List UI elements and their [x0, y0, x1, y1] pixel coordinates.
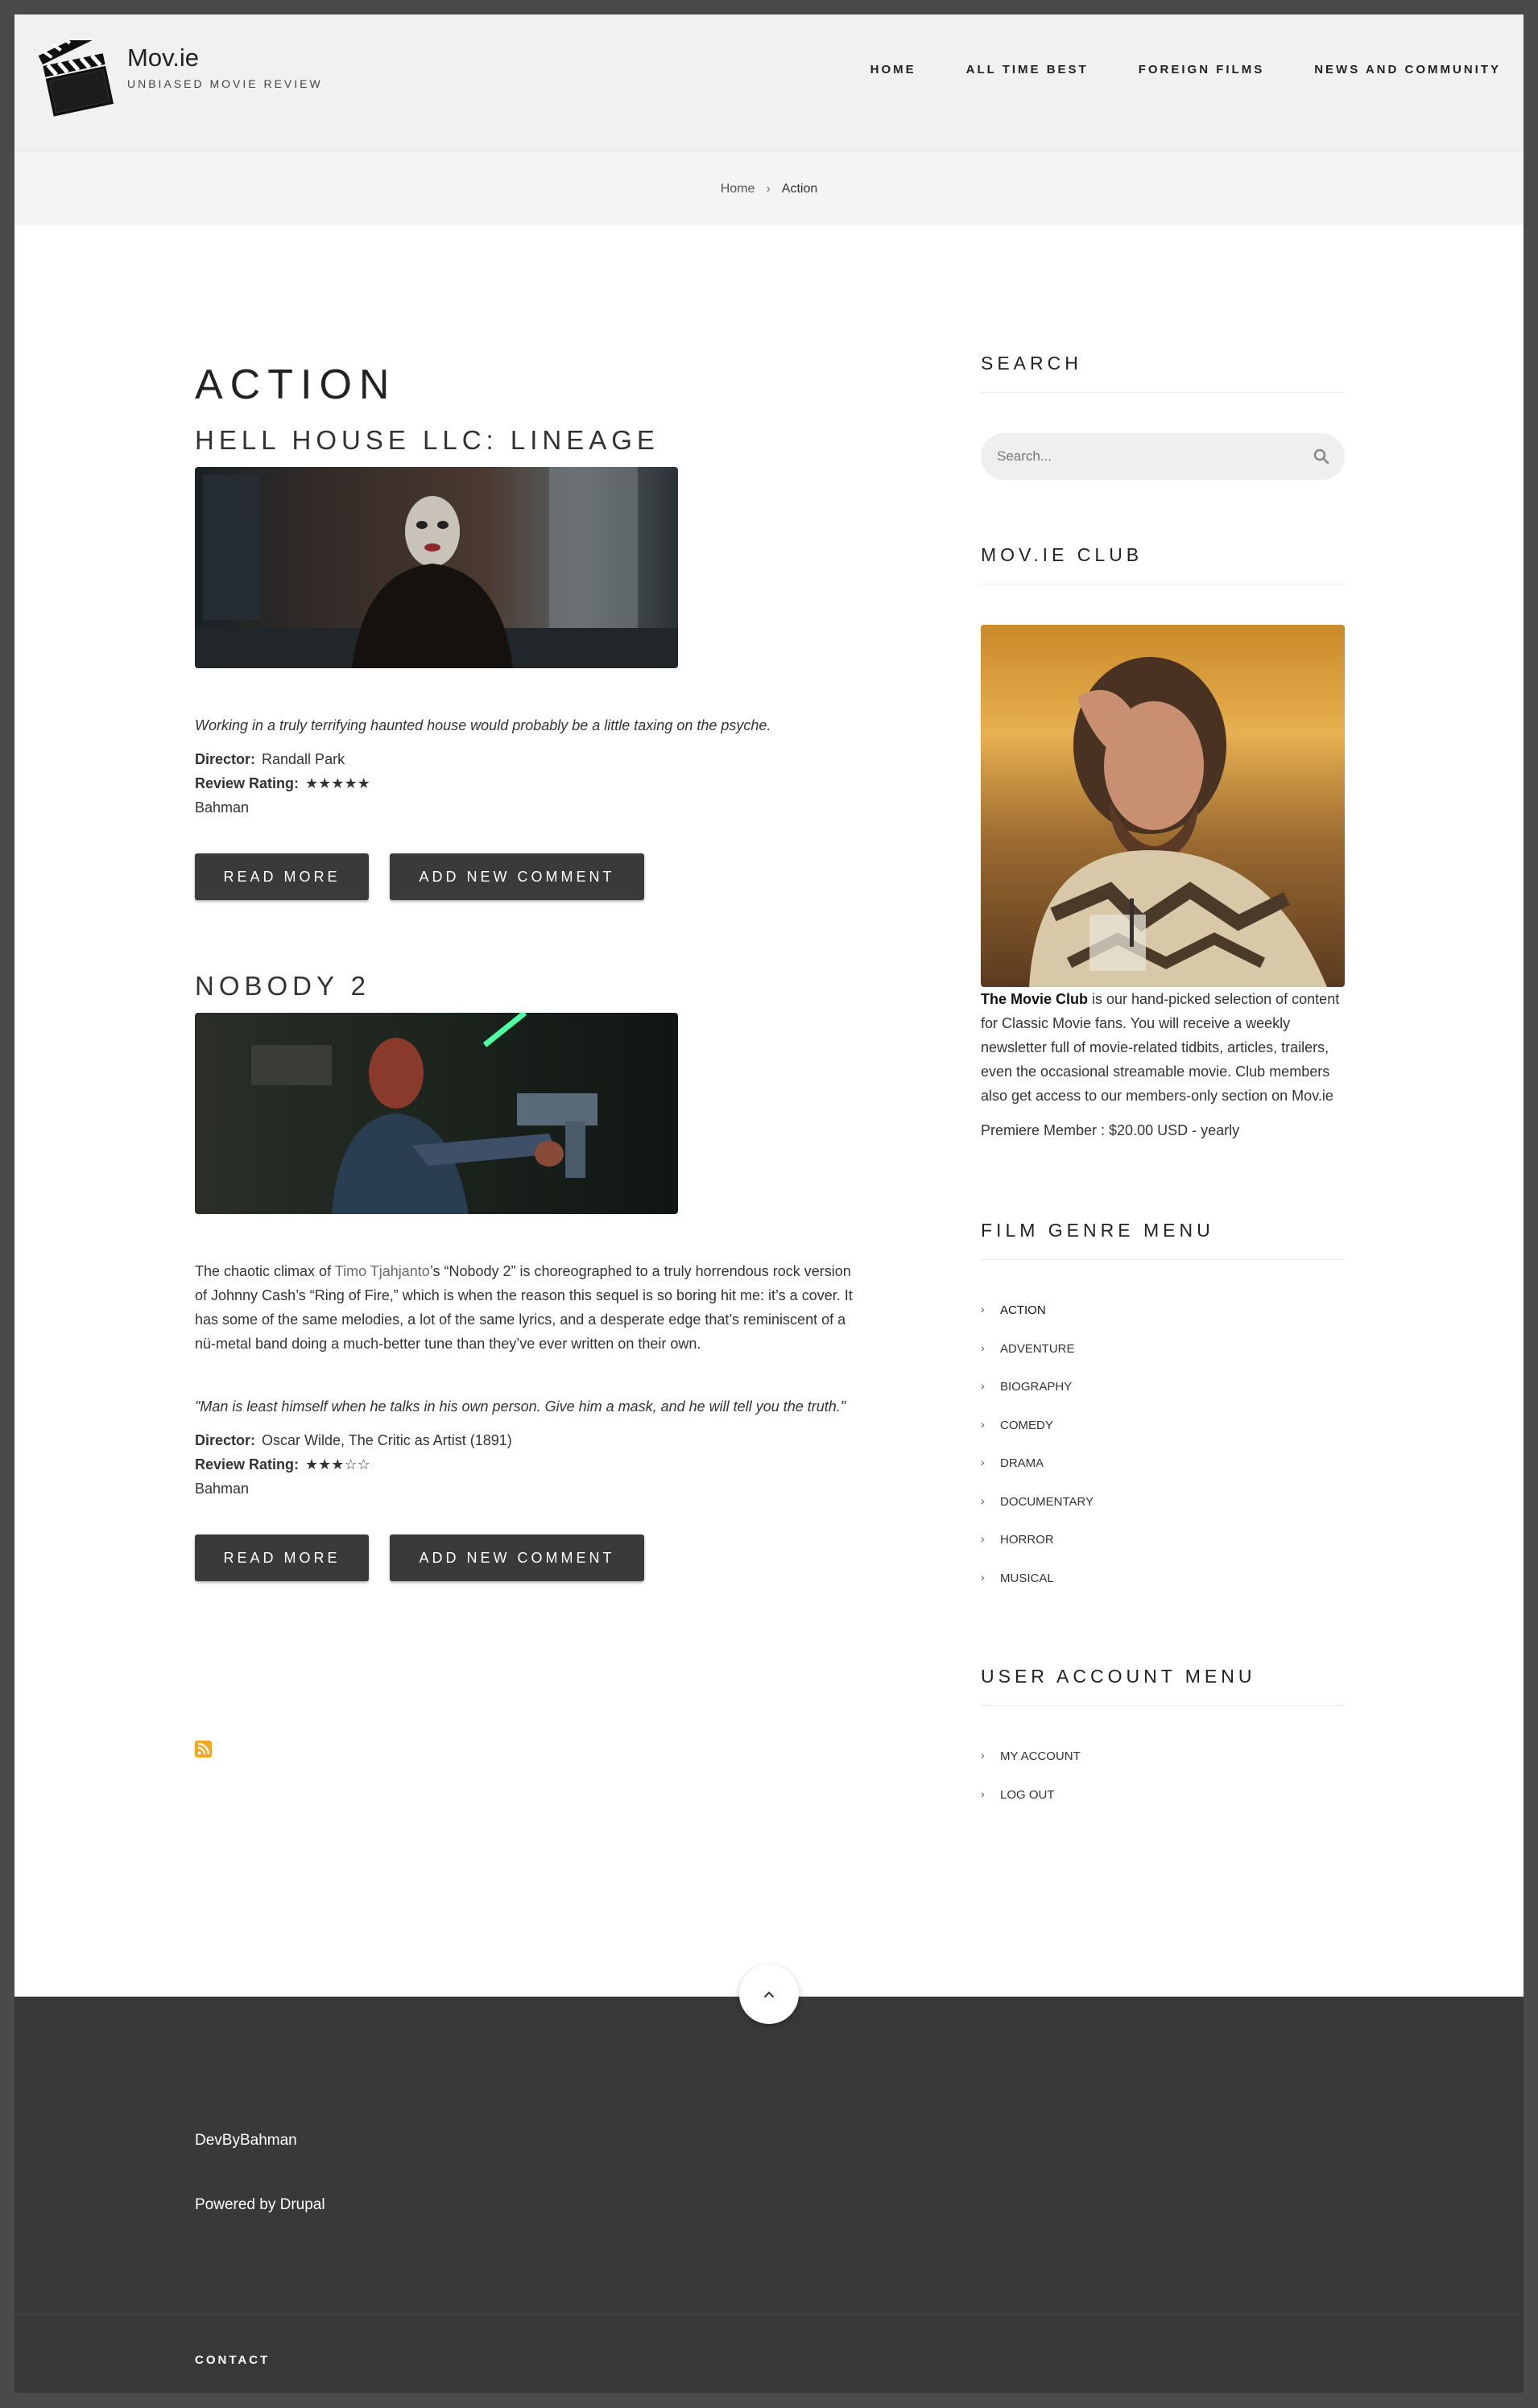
- search-box: [981, 433, 1345, 480]
- nav-all-time-best[interactable]: ALL TIME BEST: [966, 63, 1089, 76]
- club-name: The Movie Club: [981, 991, 1089, 1007]
- main-content: ACTION HELL HOUSE LLC: LINEAGE Working i…: [195, 361, 863, 1581]
- account-item-my-account[interactable]: › MY ACCOUNT: [981, 1749, 1345, 1788]
- genre-item-action[interactable]: › ACTION: [981, 1303, 1345, 1342]
- rating-stars: ★★★★★: [305, 775, 370, 791]
- article-teaser: Working in a truly terrifying haunted ho…: [195, 717, 771, 733]
- breadcrumb: Home › Action: [14, 151, 1524, 225]
- genre-label: COMEDY: [1000, 1418, 1053, 1432]
- article-image[interactable]: [195, 467, 678, 668]
- footer-credit[interactable]: DevByBahman: [195, 2132, 297, 2150]
- director-field: Director: Randall Park: [195, 747, 863, 771]
- genre-item-biography[interactable]: › BIOGRAPHY: [981, 1380, 1345, 1419]
- genre-label: BIOGRAPHY: [1000, 1380, 1073, 1394]
- read-more-button[interactable]: READ MORE: [195, 1534, 369, 1581]
- genre-label: ACTION: [1000, 1303, 1046, 1317]
- club-image: [981, 625, 1345, 987]
- chevron-right-icon: ›: [981, 1340, 985, 1354]
- club-block-title: MOV.IE CLUB: [981, 544, 1345, 584]
- breadcrumb-home[interactable]: Home: [721, 182, 755, 196]
- article-title[interactable]: NOBODY 2: [195, 971, 863, 1002]
- article-title[interactable]: HELL HOUSE LLC: LINEAGE: [195, 425, 863, 456]
- nav-home[interactable]: HOME: [870, 63, 916, 76]
- nav-news-and-community[interactable]: NEWS AND COMMUNITY: [1314, 63, 1501, 76]
- search-input[interactable]: [981, 433, 1345, 480]
- footer-bottom: CONTACT: [14, 2314, 1524, 2393]
- clapperboard-icon[interactable]: [35, 40, 116, 121]
- genre-item-adventure[interactable]: › ADVENTURE: [981, 1340, 1345, 1381]
- club-description-text: is our hand-picked selection of content …: [981, 991, 1340, 1104]
- article-teaser: "Man is least himself when he talks in h…: [195, 1398, 846, 1415]
- rss-icon[interactable]: [195, 1741, 212, 1757]
- article-card: NOBODY 2 The chaotic climax of Timo Tjah…: [195, 971, 863, 1581]
- read-more-button[interactable]: READ MORE: [195, 853, 369, 900]
- genre-block-title: FILM GENRE MENU: [981, 1220, 1345, 1260]
- search-icon[interactable]: [1313, 448, 1330, 465]
- genre-menu: › ACTION › ADVENTURE › BIOGRAPHY › COMEDY › D…: [981, 1303, 1345, 1609]
- genre-label: HORROR: [1000, 1533, 1054, 1547]
- author-name: Bahman: [195, 1481, 250, 1497]
- site-slogan: UNBIASED MOVIE REVIEW: [127, 77, 323, 90]
- chevron-right-icon: ›: [981, 1379, 985, 1392]
- rating-field: Review Rating: ★★★★★: [195, 771, 863, 795]
- account-label: MY ACCOUNT: [1000, 1749, 1081, 1763]
- genre-label: DOCUMENTARY: [1000, 1494, 1094, 1509]
- rating-field: Review Rating: ★★★☆☆: [195, 1452, 863, 1477]
- account-menu: › MY ACCOUNT › LOG OUT: [981, 1749, 1345, 1826]
- director-label: Director:: [195, 751, 256, 767]
- page: Mov.ie UNBIASED MOVIE REVIEW HOME ALL TI…: [14, 14, 1524, 2393]
- chevron-right-icon: ›: [981, 1493, 985, 1507]
- article-body: The chaotic climax of Timo Tjahjanto’s “…: [195, 1259, 863, 1356]
- director-link[interactable]: Timo Tjahjanto: [335, 1263, 430, 1279]
- article-image[interactable]: [195, 1013, 678, 1214]
- breadcrumb-current: Action: [781, 181, 818, 196]
- search-block-title: SEARCH: [981, 353, 1345, 393]
- genre-label: DRAMA: [1000, 1456, 1044, 1470]
- sidebar: SEARCH MOV.IE CLUB: [981, 353, 1345, 1826]
- genre-item-comedy[interactable]: › COMEDY: [981, 1417, 1345, 1457]
- main-nav: HOME ALL TIME BEST FOREIGN FILMS NEWS AN…: [870, 63, 1501, 76]
- chevron-right-icon: ›: [981, 1749, 985, 1762]
- chevron-right-icon: ›: [981, 1786, 985, 1800]
- director-label: Director:: [195, 1432, 256, 1448]
- genre-label: MUSICAL: [1000, 1571, 1054, 1585]
- site-name[interactable]: Mov.ie: [127, 43, 199, 72]
- rating-label: Review Rating:: [195, 1456, 300, 1472]
- site-header: Mov.ie UNBIASED MOVIE REVIEW HOME ALL TI…: [14, 14, 1524, 151]
- genre-item-drama[interactable]: › DRAMA: [981, 1456, 1345, 1495]
- account-block-title: USER ACCOUNT MENU: [981, 1666, 1345, 1706]
- chevron-right-icon: ›: [981, 1417, 985, 1431]
- account-item-log-out[interactable]: › LOG OUT: [981, 1786, 1345, 1827]
- rating-label: Review Rating:: [195, 775, 300, 791]
- genre-item-musical[interactable]: › MUSICAL: [981, 1570, 1345, 1610]
- add-new-comment-button[interactable]: ADD NEW COMMENT: [390, 1534, 644, 1581]
- back-to-top-button[interactable]: [739, 1964, 799, 2024]
- genre-item-horror[interactable]: › HORROR: [981, 1533, 1345, 1572]
- author-name: Bahman: [195, 799, 250, 816]
- chevron-right-icon: ›: [981, 1303, 985, 1316]
- genre-item-documentary[interactable]: › DOCUMENTARY: [981, 1493, 1345, 1534]
- article-body-text: The chaotic climax of: [195, 1263, 335, 1279]
- club-description: The Movie Club is our hand-picked select…: [981, 987, 1345, 1108]
- page-title: ACTION: [195, 361, 397, 408]
- add-new-comment-button[interactable]: ADD NEW COMMENT: [390, 853, 644, 900]
- contact-link[interactable]: CONTACT: [195, 2353, 270, 2367]
- footer-powered-by[interactable]: Powered by Drupal: [195, 2196, 325, 2214]
- director-field: Director: Oscar Wilde, The Critic as Arti…: [195, 1428, 863, 1452]
- chevron-right-icon: ›: [981, 1456, 985, 1468]
- chevron-right-icon: ›: [981, 1532, 985, 1545]
- breadcrumb-separator: ›: [766, 181, 771, 196]
- director-value: Randall Park: [262, 751, 345, 767]
- director-value: Oscar Wilde, The Critic as Artist (1891): [262, 1432, 512, 1448]
- nav-foreign-films[interactable]: FOREIGN FILMS: [1139, 63, 1265, 76]
- chevron-up-icon: [764, 1991, 774, 1997]
- article-card: HELL HOUSE LLC: LINEAGE Working in a tru…: [195, 425, 863, 900]
- premiere-member-price[interactable]: Premiere Member : $20.00 USD - yearly: [981, 1122, 1345, 1139]
- account-label: LOG OUT: [1000, 1787, 1055, 1802]
- chevron-right-icon: ›: [981, 1570, 985, 1584]
- rating-stars: ★★★☆☆: [305, 1456, 370, 1472]
- site-footer: DevByBahman Powered by Drupal CONTACT: [14, 1997, 1524, 2393]
- genre-label: ADVENTURE: [1000, 1341, 1075, 1356]
